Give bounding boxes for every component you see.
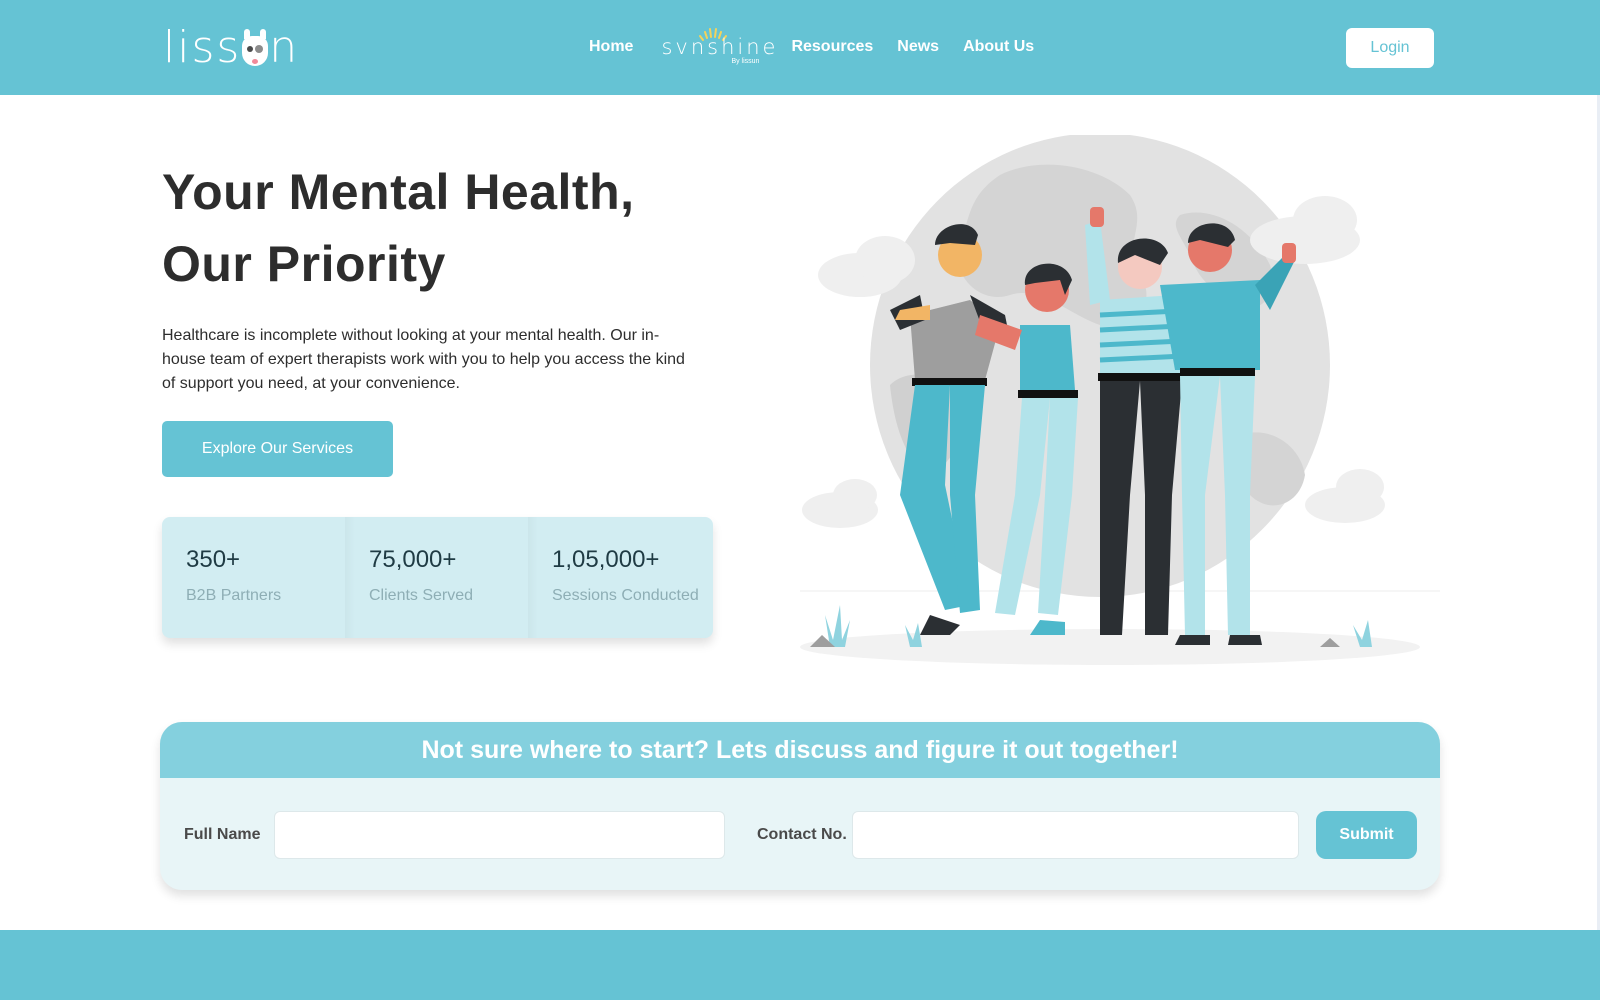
logo-text-left: liss (163, 22, 242, 73)
mascot-eye-right (255, 45, 264, 53)
contact-title: Not sure where to start? Lets discuss an… (421, 735, 1179, 764)
hero-title: Your Mental Health, Our Priority (162, 156, 722, 300)
stat-label: Clients Served (369, 587, 474, 604)
mascot-eye-left (247, 46, 254, 52)
contact-number-input[interactable] (852, 811, 1299, 859)
lissun-logo[interactable]: liss n (163, 22, 299, 70)
nav-home[interactable]: Home (589, 38, 633, 56)
hero-description: Healthcare is incomplete without looking… (162, 327, 685, 392)
stat-label: B2B Partners (186, 587, 282, 604)
logo-text-right: n (269, 22, 300, 73)
nav-resources[interactable]: Resources (791, 38, 873, 56)
stat-value: 350+ (186, 546, 241, 573)
mascot-icon (242, 29, 269, 66)
contact-form-card: Not sure where to start? Lets discuss an… (160, 722, 1440, 890)
full-name-input[interactable] (274, 811, 725, 859)
nav-about-us[interactable]: About Us (963, 38, 1034, 56)
sunshine-tagline: By lissun (731, 58, 760, 65)
hero-title-line-2: Our Priority (162, 236, 446, 292)
explore-services-button[interactable]: Explore Our Services (162, 421, 393, 477)
mascot-nose (252, 59, 259, 64)
stat-value: 1,05,000+ (552, 546, 660, 573)
login-button[interactable]: Login (1346, 28, 1434, 68)
main-nav: Home svnshine By lissun Resources News A… (589, 22, 1034, 72)
contact-form: Full Name Contact No. Submit (160, 778, 1440, 890)
full-name-label: Full Name (184, 826, 261, 843)
stat-label: Sessions Conducted (552, 587, 699, 604)
nav-sunshine-logo[interactable]: svnshine By lissun (661, 24, 775, 70)
stats-panel: 350+ B2B Partners 75,000+ Clients Served… (162, 517, 713, 638)
site-header: liss n Home svnshine By lissun Resources… (0, 0, 1600, 95)
nav-news[interactable]: News (897, 38, 939, 56)
contact-number-label: Contact No. (757, 826, 847, 843)
hero-illustration (800, 135, 1440, 665)
stat-clients-served: 75,000+ Clients Served (345, 517, 528, 638)
submit-button[interactable]: Submit (1316, 811, 1417, 859)
contact-header: Not sure where to start? Lets discuss an… (160, 722, 1440, 778)
sunshine-wordmark: svnshine (661, 35, 779, 59)
footer-band (0, 930, 1600, 1000)
stat-value: 75,000+ (369, 546, 457, 573)
stat-b2b-partners: 350+ B2B Partners (162, 517, 345, 638)
hero-title-line-1: Your Mental Health, (162, 164, 635, 220)
stat-sessions-conducted: 1,05,000+ Sessions Conducted (528, 517, 713, 638)
